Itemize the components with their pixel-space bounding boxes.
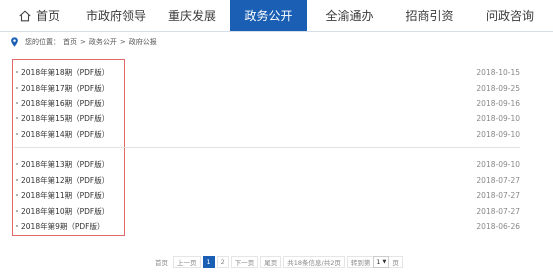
pagination: 首页 上一页 1 2 下一页 尾页 共18条信息/共2页 转到第 1 ▼ 页 <box>152 256 405 268</box>
list-item[interactable]: 2018年第11期（PDF版） 2018-07-27 <box>16 187 520 203</box>
home-icon <box>19 9 31 21</box>
bullet-icon <box>16 102 18 104</box>
list-item-date: 2018-09-10 <box>476 113 520 123</box>
nav-item-label: 政务公开 <box>244 9 293 23</box>
list-item[interactable]: 2018年第17期（PDF版） 2018-09-25 <box>16 80 520 96</box>
breadcrumb: 您的位置： 首页 > 政务公开 > 政府公报 <box>10 35 160 49</box>
list-item-date: 2018-09-10 <box>476 129 520 139</box>
list-item[interactable]: 2018年第14期（PDF版） 2018-09-10 <box>16 126 520 142</box>
nav-item-label: 问政咨询 <box>485 9 534 23</box>
bullet-icon <box>16 133 18 135</box>
list-item-date: 2018-07-27 <box>476 190 520 200</box>
list-item-date: 2018-10-15 <box>476 67 520 77</box>
list-item-title[interactable]: 2018年第11期（PDF版） <box>21 190 109 201</box>
nav-item-label: 市政府领导 <box>85 9 146 23</box>
list-item-title[interactable]: 2018年第14期（PDF版） <box>21 129 109 140</box>
goto-page-value: 1 <box>376 258 381 266</box>
location-pin-icon <box>11 37 18 47</box>
list-item[interactable]: 2018年第13期（PDF版） 2018-09-10 <box>16 156 520 172</box>
nav-item-city-leaders[interactable]: 市政府领导 <box>78 0 154 31</box>
nav-item-investment[interactable]: 招商引资 <box>392 0 467 31</box>
list-item-date: 2018-06-26 <box>476 221 520 231</box>
list-item-date: 2018-07-27 <box>476 206 520 216</box>
list-item[interactable]: 2018年第12期（PDF版） 2018-07-27 <box>16 172 520 188</box>
bullet-icon <box>16 87 18 89</box>
bullet-icon <box>16 225 18 227</box>
next-page-button[interactable]: 下一页 <box>230 256 259 268</box>
list-item-date: 2018-09-25 <box>476 83 520 93</box>
list-item[interactable]: 2018年第10期（PDF版） 2018-07-27 <box>16 203 520 219</box>
breadcrumb-separator: > <box>119 38 126 46</box>
goto-suffix: 页 <box>392 259 399 267</box>
goto-page-select[interactable]: 1 ▼ <box>373 256 390 268</box>
list-item[interactable]: 2018年第15期（PDF版） 2018-09-10 <box>16 110 520 126</box>
list-item[interactable]: 2018年第18期（PDF版） 2018-10-15 <box>16 64 520 80</box>
nav-item-government-affairs[interactable]: 政务公开 <box>230 0 307 31</box>
bullet-icon <box>16 71 18 73</box>
breadcrumb-gov-affairs-link[interactable]: 政务公开 <box>89 37 117 47</box>
nav-item-label: 重庆发展 <box>167 9 216 23</box>
breadcrumb-separator: > <box>80 38 86 46</box>
list-item[interactable]: 2018年第9期（PDF版） 2018-06-26 <box>16 218 520 234</box>
last-page-button[interactable]: 尾页 <box>260 256 282 268</box>
nav-item-consultation[interactable]: 问政咨询 <box>467 0 553 31</box>
nav-item-all-services[interactable]: 全渝通办 <box>307 0 392 31</box>
list-item-title[interactable]: 2018年第13期（PDF版） <box>21 159 109 170</box>
chevron-down-icon: ▼ <box>382 259 387 265</box>
group-divider <box>14 147 520 148</box>
list-item[interactable]: 2018年第16期（PDF版） 2018-09-16 <box>16 95 520 111</box>
list-item-date: 2018-07-27 <box>476 175 520 185</box>
nav-item-home[interactable]: 首页 <box>0 0 78 31</box>
nav-item-label: 全渝通办 <box>325 9 374 23</box>
breadcrumb-home-link[interactable]: 首页 <box>63 37 77 47</box>
list-item-title[interactable]: 2018年第12期（PDF版） <box>21 175 109 186</box>
bullet-icon <box>16 194 18 196</box>
pagination-summary: 共18条信息/共2页 <box>283 256 345 268</box>
nav-item-label: 招商引资 <box>405 9 454 23</box>
top-nav: 首页 市政府领导 重庆发展 政务公开 全渝通办 招商引资 问政咨询 <box>0 0 553 32</box>
breadcrumb-gazette-link[interactable]: 政府公报 <box>129 37 157 47</box>
bullet-icon <box>16 117 18 119</box>
nav-item-label: 首页 <box>35 9 60 23</box>
breadcrumb-prefix: 您的位置： <box>25 38 60 46</box>
bullet-icon <box>16 163 18 165</box>
list-item-title[interactable]: 2018年第18期（PDF版） <box>21 67 109 78</box>
list-item-title[interactable]: 2018年第9期（PDF版） <box>21 221 104 232</box>
first-page-link[interactable]: 首页 <box>152 256 171 268</box>
goto-label: 转到第 <box>350 259 371 267</box>
list-item-title[interactable]: 2018年第10期（PDF版） <box>21 206 109 217</box>
list-item-date: 2018-09-10 <box>476 159 520 169</box>
list-item-date: 2018-09-16 <box>476 98 520 108</box>
bullet-icon <box>16 179 18 181</box>
goto-page: 转到第 1 ▼ 页 <box>346 256 403 268</box>
list-item-title[interactable]: 2018年第15期（PDF版） <box>21 113 109 124</box>
page-2-button[interactable]: 2 <box>216 256 229 268</box>
list-item-title[interactable]: 2018年第17期（PDF版） <box>21 83 109 94</box>
bullet-icon <box>16 210 18 212</box>
prev-page-button[interactable]: 上一页 <box>173 256 201 268</box>
list-item-title[interactable]: 2018年第16期（PDF版） <box>21 98 109 109</box>
page-1-button[interactable]: 1 <box>202 256 215 268</box>
nav-item-chongqing-development[interactable]: 重庆发展 <box>154 0 230 31</box>
